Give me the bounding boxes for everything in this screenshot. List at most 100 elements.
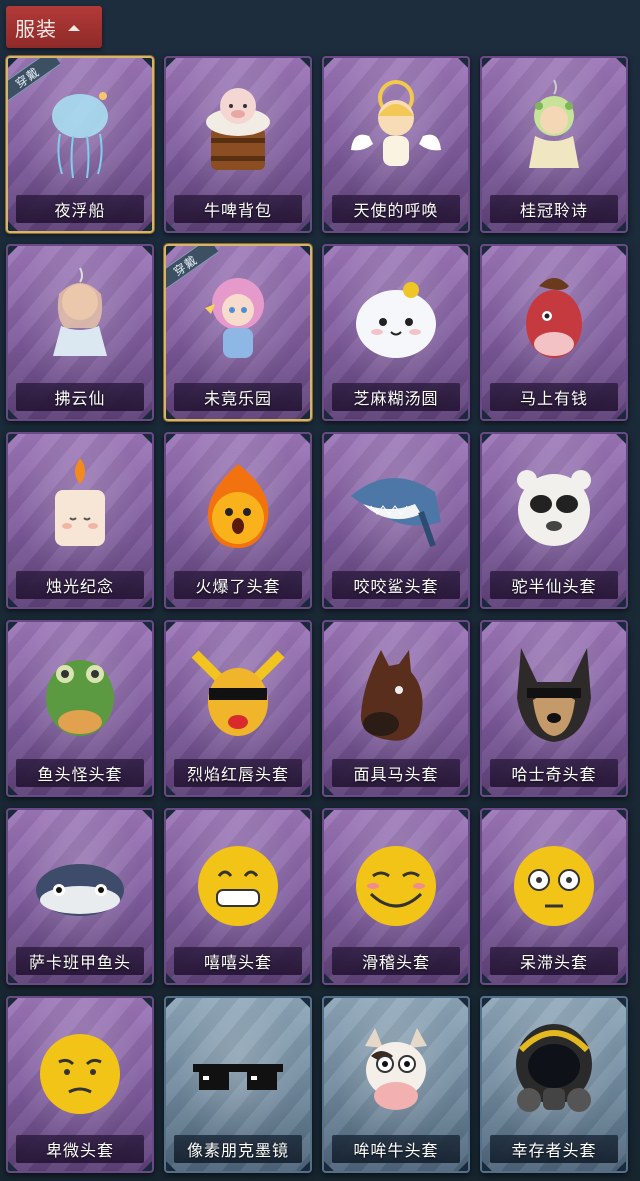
- card-corner-notch: [458, 246, 468, 256]
- card-corner-notch: [458, 434, 468, 444]
- card-corner-notch: [166, 622, 176, 632]
- item-name-bar: 烈焰红唇头套: [174, 759, 302, 787]
- item-name-bar: 桂冠聆诗: [490, 195, 618, 223]
- card-corner-notch: [616, 597, 626, 607]
- card-corner-notch: [166, 785, 176, 795]
- item-name: 幸存者头套: [511, 1141, 597, 1160]
- item-card[interactable]: 哞哞牛头套: [322, 996, 470, 1173]
- item-name: 牛啤背包: [203, 201, 272, 220]
- item-card[interactable]: 天使的呼唤: [322, 56, 470, 233]
- fireball-icon: [183, 452, 293, 562]
- horse-mask-icon: [341, 640, 451, 750]
- angel-icon: [341, 76, 451, 186]
- item-name-bar: 萨卡班甲鱼头: [16, 947, 144, 975]
- item-card[interactable]: 拂云仙: [6, 244, 154, 421]
- husky-icon: [499, 640, 609, 750]
- item-name-bar: 嘻嘻头套: [174, 947, 302, 975]
- item-name: 呆滞头套: [519, 953, 588, 972]
- item-card[interactable]: 火爆了头套: [164, 432, 312, 609]
- card-corner-notch: [166, 597, 176, 607]
- category-tab-clothing[interactable]: 服装: [6, 6, 102, 48]
- pixel-sunglasses-icon: [183, 1016, 293, 1126]
- item-name: 哞哞牛头套: [353, 1141, 439, 1160]
- card-corner-notch: [142, 622, 152, 632]
- item-card[interactable]: 鱼头怪头套: [6, 620, 154, 797]
- card-corner-notch: [458, 58, 468, 68]
- beer-barrel-cow-icon: [183, 76, 293, 186]
- card-corner-notch: [482, 409, 492, 419]
- item-name-bar: 咬咬鲨头套: [332, 571, 460, 599]
- sunglasses-bear-icon: [499, 452, 609, 562]
- item-card[interactable]: 萨卡班甲鱼头: [6, 808, 154, 985]
- item-card[interactable]: 滑稽头套: [322, 808, 470, 985]
- card-corner-notch: [166, 1161, 176, 1171]
- item-card[interactable]: 面具马头套: [322, 620, 470, 797]
- card-corner-notch: [166, 998, 176, 1008]
- item-name: 火爆了头套: [195, 577, 281, 596]
- item-name: 像素朋克墨镜: [186, 1141, 289, 1160]
- item-card[interactable]: 牛啤背包: [164, 56, 312, 233]
- jellyfish-icon: [25, 76, 135, 186]
- card-corner-notch: [616, 1161, 626, 1171]
- item-card[interactable]: 驼半仙头套: [480, 432, 628, 609]
- card-corner-notch: [8, 998, 18, 1008]
- card-corner-notch: [8, 58, 18, 68]
- item-card[interactable]: 像素朋克墨镜: [164, 996, 312, 1173]
- item-card[interactable]: 嘻嘻头套: [164, 808, 312, 985]
- item-name-bar: 牛啤背包: [174, 195, 302, 223]
- item-card[interactable]: 咬咬鲨头套: [322, 432, 470, 609]
- item-name: 萨卡班甲鱼头: [28, 953, 131, 972]
- card-corner-notch: [300, 810, 310, 820]
- card-corner-notch: [300, 434, 310, 444]
- item-name-bar: 卑微头套: [16, 1135, 144, 1163]
- card-corner-notch: [458, 810, 468, 820]
- card-corner-notch: [324, 246, 334, 256]
- card-corner-notch: [142, 597, 152, 607]
- item-card[interactable]: 未竟乐园 穿戴: [164, 244, 312, 421]
- card-corner-notch: [616, 58, 626, 68]
- card-corner-notch: [300, 1161, 310, 1171]
- card-corner-notch: [616, 973, 626, 983]
- item-name: 卑微头套: [45, 1141, 114, 1160]
- card-corner-notch: [142, 58, 152, 68]
- wardrobe-screen: 服装 夜浮船 穿戴牛啤背包 天使的呼唤 桂冠聆诗拂云仙 未竟乐园 穿戴芝麻糊汤圆 马上有钱烛…: [0, 0, 640, 1181]
- item-name: 芝麻糊汤圆: [353, 389, 439, 408]
- candle-icon: [25, 452, 135, 562]
- card-corner-notch: [458, 597, 468, 607]
- item-name-bar: 夜浮船: [16, 195, 144, 223]
- gas-mask-helmet-icon: [499, 1016, 609, 1126]
- card-corner-notch: [482, 973, 492, 983]
- card-corner-notch: [324, 622, 334, 632]
- card-corner-notch: [8, 221, 18, 231]
- item-card[interactable]: 呆滞头套: [480, 808, 628, 985]
- card-corner-notch: [8, 1161, 18, 1171]
- item-card[interactable]: 马上有钱: [480, 244, 628, 421]
- card-corner-notch: [142, 785, 152, 795]
- item-card[interactable]: 桂冠聆诗: [480, 56, 628, 233]
- card-corner-notch: [142, 810, 152, 820]
- item-card[interactable]: 夜浮船 穿戴: [6, 56, 154, 233]
- card-corner-notch: [8, 409, 18, 419]
- item-card[interactable]: 烈焰红唇头套: [164, 620, 312, 797]
- item-card[interactable]: 卑微头套: [6, 996, 154, 1173]
- card-corner-notch: [616, 998, 626, 1008]
- card-corner-notch: [458, 998, 468, 1008]
- item-name-bar: 未竟乐园: [174, 383, 302, 411]
- item-name-bar: 像素朋克墨镜: [174, 1135, 302, 1163]
- card-corner-notch: [8, 246, 18, 256]
- card-corner-notch: [482, 810, 492, 820]
- card-corner-notch: [166, 434, 176, 444]
- card-corner-notch: [8, 810, 18, 820]
- item-card[interactable]: 芝麻糊汤圆: [322, 244, 470, 421]
- yellow-mask-icon: [183, 640, 293, 750]
- card-corner-notch: [8, 597, 18, 607]
- item-name: 马上有钱: [519, 389, 588, 408]
- item-card[interactable]: 哈士奇头套: [480, 620, 628, 797]
- card-corner-notch: [166, 409, 176, 419]
- item-card[interactable]: 烛光纪念: [6, 432, 154, 609]
- card-corner-notch: [8, 973, 18, 983]
- item-name-bar: 哈士奇头套: [490, 759, 618, 787]
- card-corner-notch: [142, 998, 152, 1008]
- item-card[interactable]: 幸存者头套: [480, 996, 628, 1173]
- sacabambaspis-icon: [25, 828, 135, 938]
